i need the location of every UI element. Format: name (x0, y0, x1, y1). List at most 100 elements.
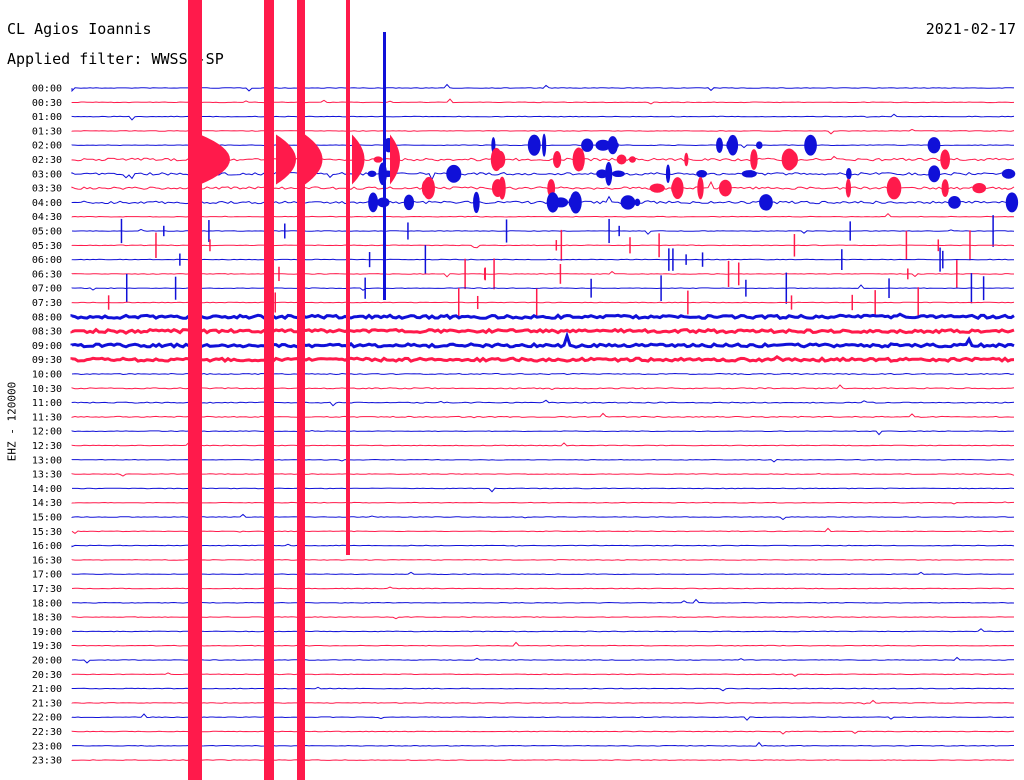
event-burst (755, 141, 763, 150)
event-burst (846, 168, 852, 180)
event-burst (527, 134, 541, 156)
event-burst (804, 134, 817, 156)
event-burst (1001, 168, 1016, 179)
trace-line (71, 228, 1015, 235)
time-label: 03:00 (32, 169, 62, 180)
trace-line (70, 327, 1015, 335)
time-label: 22:00 (32, 713, 62, 724)
trace-line (71, 513, 1015, 521)
trace-line (71, 270, 1014, 278)
time-label: 12:00 (32, 427, 62, 438)
event-burst (886, 176, 902, 200)
event-burst (696, 169, 708, 178)
quake-coda (276, 134, 296, 185)
event-burst (634, 198, 641, 207)
trace-line (71, 543, 1015, 548)
trace-line (71, 98, 1015, 105)
time-label: 17:00 (32, 570, 62, 581)
time-label: 15:30 (32, 527, 62, 538)
trace-line (71, 686, 1015, 692)
time-label: 02:00 (32, 141, 62, 152)
time-label: 01:30 (32, 126, 62, 137)
event-burst (759, 197, 772, 208)
event-burst (553, 197, 569, 208)
event-burst (367, 170, 377, 177)
time-label: 11:00 (32, 398, 62, 409)
time-label: 22:30 (32, 727, 62, 738)
traces-group (70, 83, 1019, 761)
event-burst (542, 133, 547, 157)
trace-line (72, 487, 1015, 493)
time-label: 19:30 (32, 641, 62, 652)
event-burst (741, 170, 757, 178)
time-label: 09:00 (32, 341, 62, 352)
time-label: 20:30 (32, 670, 62, 681)
event-burst (719, 179, 732, 197)
time-label: 21:00 (32, 684, 62, 695)
time-label: 04:30 (32, 212, 62, 223)
event-burst (665, 164, 671, 184)
trace-line (71, 113, 1015, 121)
time-label: 13:30 (32, 470, 62, 481)
quake-band (297, 0, 305, 780)
trace-line (71, 571, 1015, 576)
trace-line (71, 730, 1015, 735)
event-burst (568, 195, 582, 210)
event-burst (494, 150, 506, 169)
time-label: 06:00 (32, 255, 62, 266)
trace-line (71, 458, 1015, 463)
event-burst (716, 137, 723, 153)
time-label: 03:30 (32, 184, 62, 195)
trace-line (71, 83, 1015, 93)
quake-coda (200, 134, 230, 185)
trace-line (71, 244, 1015, 249)
quake-coda (390, 134, 400, 185)
event-burst (616, 154, 627, 165)
trace-line (71, 372, 1015, 376)
time-label: 05:30 (32, 241, 62, 252)
event-burst (928, 165, 941, 183)
event-burst (671, 177, 684, 200)
trace-line (71, 195, 1015, 205)
event-burst (785, 150, 798, 169)
event-burst (649, 183, 665, 193)
time-label: 17:30 (32, 584, 62, 595)
time-labels: 00:00 00:30 01:00 01:30 02:00 02:30 03:00 03:30… (32, 84, 62, 767)
event-burst (403, 194, 415, 211)
quake-band (383, 32, 386, 300)
time-label: 12:30 (32, 441, 62, 452)
time-label: 02:30 (32, 155, 62, 166)
time-label: 18:30 (32, 613, 62, 624)
time-label: 00:30 (32, 98, 62, 109)
event-burst (574, 148, 581, 171)
event-burst (596, 169, 608, 179)
quake-coda (305, 134, 323, 185)
quake-band (188, 0, 202, 780)
time-label: 16:30 (32, 555, 62, 566)
trace-line (71, 672, 1015, 677)
time-label: 21:30 (32, 698, 62, 709)
time-label: 08:30 (32, 327, 62, 338)
trace-line (71, 128, 1015, 135)
time-label: 00:00 (32, 84, 62, 95)
time-label: 13:00 (32, 455, 62, 466)
trace-line (71, 641, 1015, 647)
time-label: 14:00 (32, 484, 62, 495)
trace-line (71, 258, 1014, 261)
trace-line (71, 741, 1014, 747)
time-label: 11:30 (32, 412, 62, 423)
trace-line (71, 586, 1015, 590)
trace-line (70, 331, 1015, 349)
event-burst (446, 164, 462, 183)
trace-line (71, 699, 1014, 705)
event-burst (368, 192, 379, 213)
time-label: 18:00 (32, 598, 62, 609)
event-burst (948, 196, 961, 209)
event-burst (373, 156, 383, 163)
time-label: 14:30 (32, 498, 62, 509)
event-burst (552, 151, 562, 168)
event-burst (620, 195, 636, 210)
event-burst (927, 137, 941, 154)
event-burst (697, 176, 704, 200)
event-burst (611, 170, 625, 178)
